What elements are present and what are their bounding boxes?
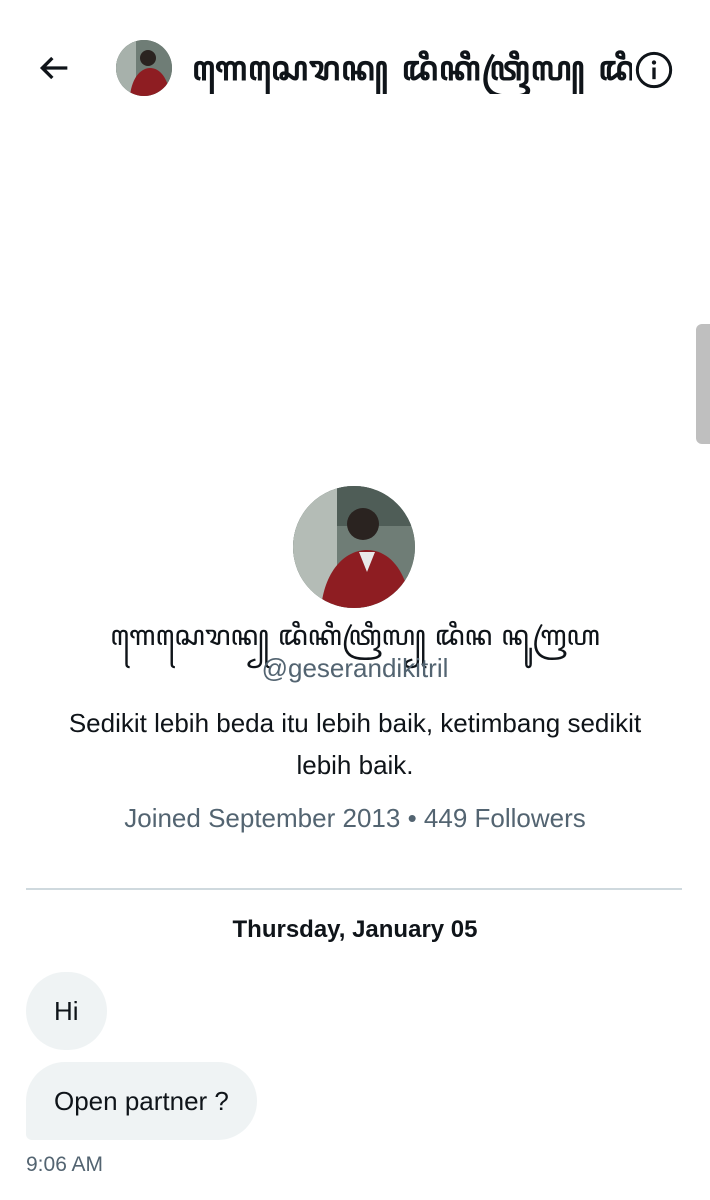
meta-separator: • <box>407 803 417 833</box>
arrow-left-icon <box>39 56 68 80</box>
divider <box>26 888 682 890</box>
conversation-header: ꦒꦺꦱꦺꦫꦤ꧀ ꦢꦶꦏꦶꦠꦿꦶꦭ꧀ ꦢꦶꦤ ꦤꦸꦒꦿꦲ <box>0 0 710 136</box>
header-title[interactable]: ꦒꦺꦱꦺꦫꦤ꧀ ꦢꦶꦏꦶꦠꦿꦶꦭ꧀ ꦢꦶꦤ ꦤꦸꦒꦿꦲ <box>192 44 632 94</box>
avatar-image <box>116 40 172 96</box>
profile-meta: Joined September 2013 • 449 Followers <box>0 798 710 838</box>
joined-date: Joined September 2013 <box>124 803 401 833</box>
header-avatar[interactable] <box>116 40 172 96</box>
back-button[interactable] <box>34 48 74 88</box>
profile-bio: Sedikit lebih beda itu lebih baik, ketim… <box>68 708 642 780</box>
profile-handle: @geserandikitril <box>261 653 449 683</box>
message-timestamp: 9:06 AM <box>26 1153 104 1176</box>
followers-count[interactable]: 449 Followers <box>424 803 586 833</box>
scrollbar-thumb[interactable] <box>696 324 710 444</box>
conversation-info-button[interactable] <box>634 50 674 90</box>
date-separator: Thursday, January 05 <box>232 916 478 943</box>
profile-avatar[interactable] <box>293 486 415 608</box>
message-bubble[interactable]: Open partner ? <box>26 1062 257 1140</box>
info-circle-icon <box>635 51 673 89</box>
avatar-image <box>293 486 415 608</box>
message-bubble[interactable]: Hi <box>26 972 107 1050</box>
